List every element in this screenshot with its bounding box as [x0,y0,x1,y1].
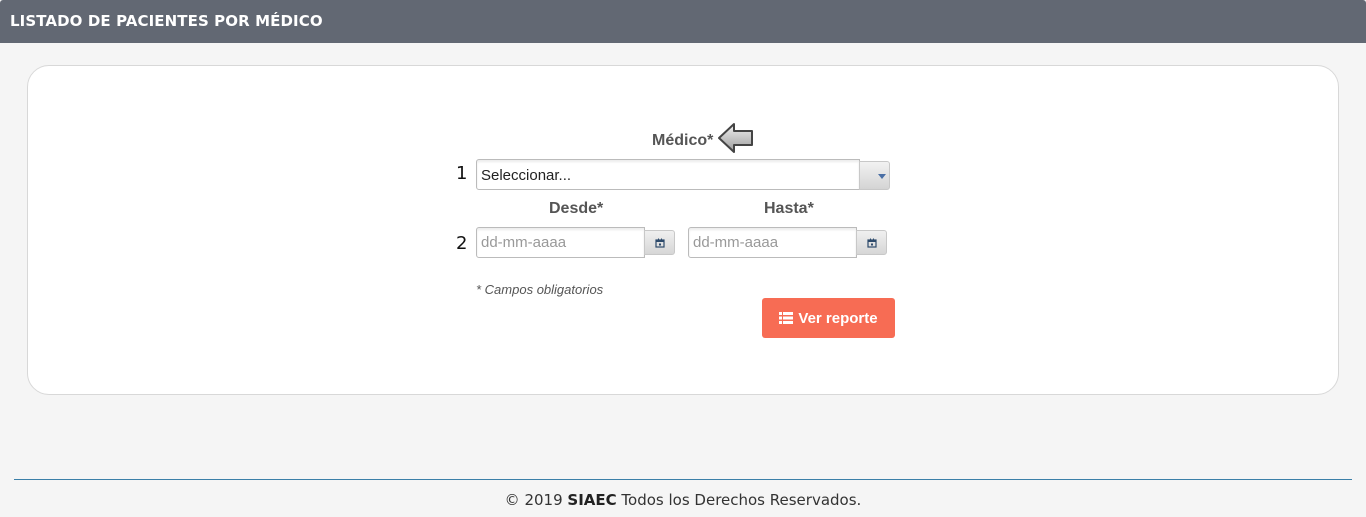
row-number-1: 1 [456,163,468,184]
row-number-2: 2 [456,233,468,254]
ver-reporte-label: Ver reporte [798,309,878,327]
desde-date-input[interactable] [476,227,645,258]
desde-label: Desde* [549,200,604,217]
form-panel [27,65,1339,395]
footer-prefix: © 2019 [504,491,568,509]
footer-suffix: Todos los Derechos Reservados. [616,491,862,509]
hasta-calendar-button[interactable] [856,230,887,255]
page-title: LISTADO DE PACIENTES POR MÉDICO [10,12,323,30]
desde-calendar-button[interactable] [644,230,675,255]
arrow-left-icon [718,123,753,153]
chevron-down-icon [878,174,886,179]
footer-divider [14,479,1352,480]
list-icon [779,312,794,324]
medico-select-toggle[interactable] [859,161,890,190]
footer-brand: SIAEC [567,491,617,509]
calendar-icon [655,238,665,248]
ver-reporte-button[interactable]: Ver reporte [762,298,895,338]
medico-label: Médico* [652,132,714,149]
calendar-icon [867,238,877,248]
page-header: LISTADO DE PACIENTES POR MÉDICO [0,0,1366,43]
hasta-label: Hasta* [764,200,814,217]
footer-copyright: © 2019 SIAEC Todos los Derechos Reservad… [0,491,1366,509]
required-fields-hint: * Campos obligatorios [476,282,604,297]
medico-select[interactable]: Seleccionar... [476,159,860,190]
hasta-date-input[interactable] [688,227,857,258]
